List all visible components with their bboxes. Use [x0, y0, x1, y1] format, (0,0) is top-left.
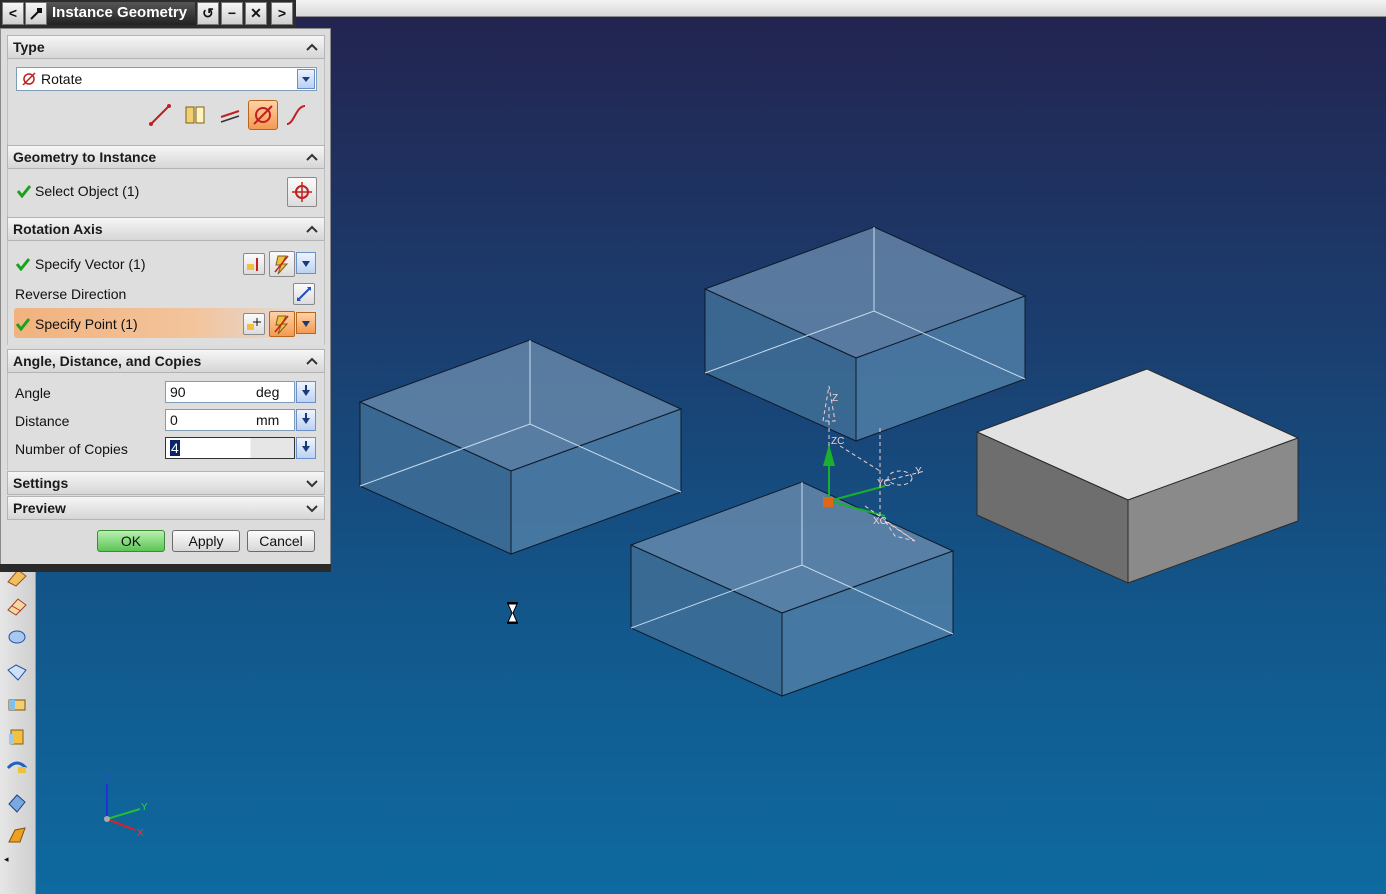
select-object-button[interactable]: [287, 177, 317, 207]
checkmark-icon: [16, 318, 30, 331]
left-toolbar: ◂: [0, 566, 36, 894]
copies-label: Number of Copies: [15, 441, 128, 457]
point-dialog-icon: [247, 318, 261, 330]
csys-y-label: Y: [141, 802, 148, 813]
offset-face-icon[interactable]: [6, 726, 28, 748]
instance-box-bottom[interactable]: [629, 481, 955, 697]
distance-value: 0: [170, 412, 178, 428]
type-dropdown[interactable]: Rotate: [16, 67, 317, 91]
translate-icon[interactable]: [218, 103, 242, 127]
trim-sheet-icon[interactable]: [6, 756, 28, 778]
point-type-dropdown-arrow-icon[interactable]: [296, 312, 316, 334]
reverse-direction-label: Reverse Direction: [15, 286, 127, 302]
type-dropdown-value: Rotate: [41, 71, 83, 87]
inferred-vector-button[interactable]: [269, 251, 295, 277]
inferred-point-button[interactable]: [269, 311, 295, 337]
copies-options-arrow-icon[interactable]: [296, 437, 316, 459]
rotate-icon[interactable]: [248, 100, 278, 130]
dyn-zc-label: ZC: [831, 436, 844, 447]
thicken-icon[interactable]: [6, 824, 28, 846]
angle-section-header[interactable]: Angle, Distance, and Copies: [7, 349, 325, 373]
distance-label: Distance: [15, 413, 70, 429]
geometry-section-body: Select Object (1): [7, 169, 325, 217]
inferred-point-icon: [274, 315, 289, 335]
collapse-chevron-icon[interactable]: [304, 218, 320, 240]
csys-x-label: X: [137, 828, 144, 839]
ok-button[interactable]: OK: [97, 530, 165, 552]
curve-icon[interactable]: [284, 103, 308, 127]
pin-icon[interactable]: [25, 2, 47, 25]
mirror-icon[interactable]: [183, 103, 207, 127]
expand-chevron-icon[interactable]: [304, 497, 320, 519]
apply-button[interactable]: Apply: [172, 530, 240, 552]
reset-icon[interactable]: ↺: [197, 2, 219, 25]
settings-section-header[interactable]: Settings: [7, 471, 325, 495]
dialog-title: Instance Geometry: [47, 2, 195, 25]
angle-unit: deg: [256, 384, 280, 400]
next-dialog-button[interactable]: >: [271, 2, 293, 25]
dyn-z-label: Z: [832, 393, 838, 404]
specify-vector-label[interactable]: Specify Vector (1): [35, 256, 146, 272]
cancel-button[interactable]: Cancel: [247, 530, 315, 552]
dialog-tab-bar: < Instance Geometry ↺ − ✕ >: [0, 0, 296, 28]
face-blend-icon[interactable]: [6, 792, 28, 814]
distance-options-arrow-icon[interactable]: [296, 409, 316, 431]
expand-chevron-icon[interactable]: [304, 472, 320, 494]
dyn-yc-label: YC: [877, 478, 891, 489]
specify-point-label[interactable]: Specify Point (1): [35, 316, 138, 332]
mesh-surface-icon[interactable]: [6, 596, 28, 618]
type-section-header[interactable]: Type: [7, 35, 325, 59]
collapse-chevron-icon[interactable]: [304, 146, 320, 168]
angle-section-title: Angle, Distance, and Copies: [13, 353, 202, 369]
minimize-icon[interactable]: −: [221, 2, 243, 25]
angle-value: 90: [170, 384, 186, 400]
instance-box-left[interactable]: [358, 339, 683, 555]
checkmark-icon: [17, 185, 31, 198]
checkmark-icon: [16, 258, 30, 271]
distance-unit: mm: [256, 412, 280, 428]
vector-dialog-icon: [247, 258, 258, 271]
geometry-section-title: Geometry to Instance: [13, 149, 157, 165]
select-object-label[interactable]: Select Object (1): [35, 183, 139, 199]
prev-dialog-button[interactable]: <: [2, 2, 24, 25]
reverse-direction-icon: [297, 287, 311, 301]
original-solid-box[interactable]: [975, 368, 1300, 584]
preview-section-title: Preview: [13, 500, 66, 516]
csys-z-label: Z: [104, 774, 110, 785]
reverse-direction-button[interactable]: [293, 283, 315, 305]
type-dropdown-arrow-icon[interactable]: [297, 69, 315, 89]
rotation-axis-section-header[interactable]: Rotation Axis: [7, 217, 325, 241]
rotate-type-icon: [22, 72, 36, 86]
top-strip: [296, 0, 1386, 17]
instance-box-top[interactable]: [703, 226, 1027, 442]
extension-icon[interactable]: [6, 694, 28, 716]
type-section-title: Type: [13, 39, 45, 55]
preview-section-header[interactable]: Preview: [7, 496, 325, 520]
hourglass-cursor-icon: [507, 602, 518, 624]
sweep-icon[interactable]: [6, 626, 28, 648]
toolbar-scroll-left-icon[interactable]: ◂: [4, 854, 9, 865]
rotation-axis-section-title: Rotation Axis: [13, 221, 103, 237]
absolute-csys-triad: Z Y X: [104, 774, 148, 839]
collapse-chevron-icon[interactable]: [304, 36, 320, 58]
line-icon[interactable]: [148, 103, 172, 127]
angle-options-arrow-icon[interactable]: [296, 381, 316, 403]
dyn-y-label: Y: [915, 466, 922, 477]
geometry-section-header[interactable]: Geometry to Instance: [7, 145, 325, 169]
copies-input[interactable]: 4: [165, 437, 295, 459]
type-section-body: Rotate: [7, 59, 325, 145]
dyn-xc-label: XC: [873, 516, 887, 527]
inferred-vector-icon: [274, 255, 289, 275]
close-icon[interactable]: ✕: [245, 2, 267, 25]
crosshair-icon: [292, 182, 312, 202]
point-dialog-button[interactable]: [243, 313, 265, 335]
vector-type-dropdown-arrow-icon[interactable]: [296, 252, 316, 274]
settings-section-title: Settings: [13, 475, 69, 491]
collapse-chevron-icon[interactable]: [304, 350, 320, 372]
through-curves-icon[interactable]: [6, 662, 28, 684]
vector-dialog-button[interactable]: [243, 253, 265, 275]
angle-label: Angle: [15, 385, 51, 401]
dialog-bottom-edge: [0, 564, 331, 572]
copies-value: 4: [170, 440, 180, 456]
